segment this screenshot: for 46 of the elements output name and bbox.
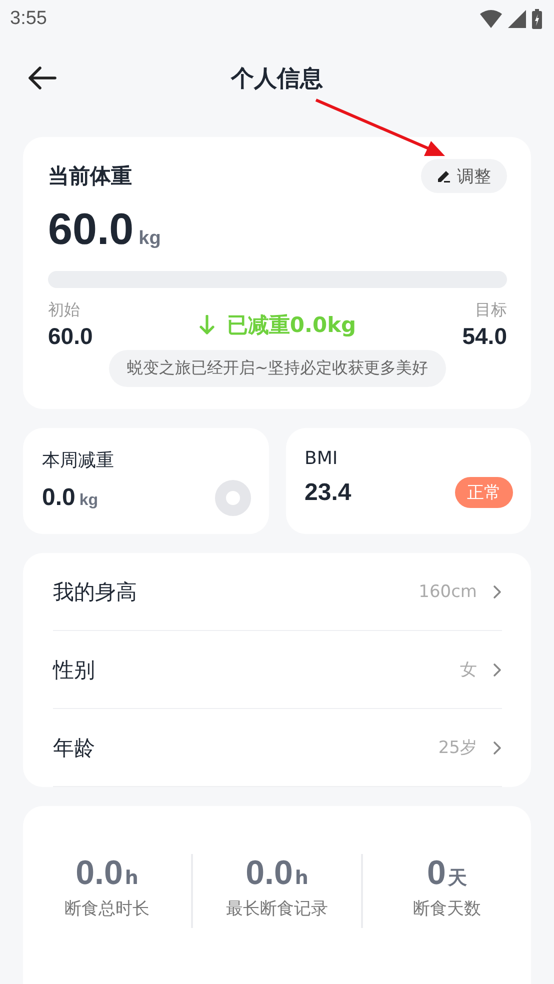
target-value: 54.0 [462, 323, 507, 350]
row-label: 年龄 [53, 734, 95, 762]
info-row[interactable]: 性别 女 [53, 631, 502, 709]
wifi-icon [480, 10, 502, 28]
chevron-right-icon [493, 740, 502, 754]
weekly-loss-value: 0.0 [42, 484, 76, 511]
row-label: 性别 [53, 656, 95, 684]
weekly-loss-unit: kg [79, 492, 98, 509]
chevron-right-icon [493, 584, 502, 598]
stat-unit: h [124, 867, 138, 889]
back-arrow-icon[interactable] [27, 66, 57, 90]
weight-unit: kg [138, 228, 161, 250]
row-value: 25岁 [438, 737, 477, 759]
card-title: 当前体重 [48, 163, 132, 190]
adjust-button[interactable]: 调整 [421, 159, 507, 193]
stat-value: 0.0 [76, 854, 123, 892]
stat-label: 断食总时长 [64, 898, 150, 920]
motivation-message: 蜕变之旅已经开启~坚持必定收获更多美好 [108, 350, 446, 387]
stat-value: 0.0 [246, 854, 293, 892]
signal-icon [508, 10, 526, 28]
weight-lost-text: 已减重0.0kg [226, 312, 356, 339]
page-title: 个人信息 [231, 64, 323, 94]
stat-value: 0 [427, 854, 446, 892]
bmi-value: 23.4 [304, 478, 352, 506]
row-label: 我的身高 [53, 578, 137, 606]
info-row[interactable]: 年龄 25岁 [53, 709, 502, 787]
bmi-status-tag: 正常 [455, 477, 513, 508]
start-value: 60.0 [48, 323, 93, 350]
row-value: 160cm [418, 582, 477, 602]
card-title: 本周减重 [42, 450, 114, 471]
down-arrow-icon [198, 315, 215, 335]
target-label: 目标 [474, 300, 507, 321]
stat-label: 断食天数 [413, 898, 481, 920]
chevron-right-icon [493, 662, 502, 676]
card-title: BMI [304, 448, 338, 469]
stat-unit: h [294, 867, 308, 889]
stat-label: 最长断食记录 [226, 898, 328, 920]
ring-icon [214, 480, 250, 516]
row-value: 女 [460, 659, 477, 681]
status-time: 3:55 [10, 8, 47, 30]
battery-icon [532, 9, 542, 29]
info-row[interactable]: 我的身高 160cm [53, 553, 502, 631]
pencil-icon [437, 169, 451, 183]
stat-unit: 天 [448, 867, 467, 889]
weight-value: 60.0 [48, 205, 134, 255]
start-label: 初始 [48, 300, 81, 321]
